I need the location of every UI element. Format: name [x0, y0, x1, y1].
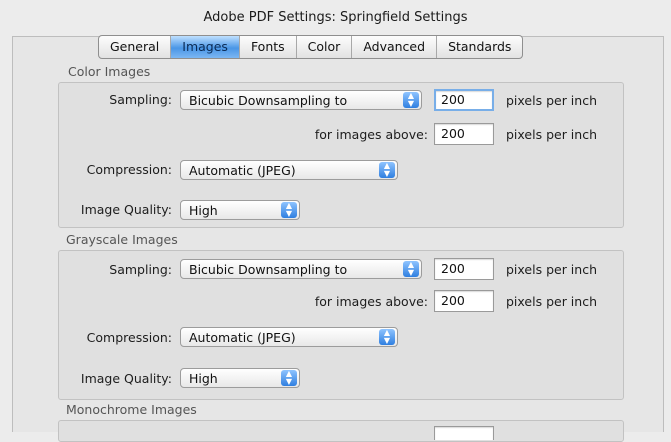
popup-arrows-icon: ▲ ▼ — [403, 92, 419, 108]
color-sampling-label: Sampling: — [109, 92, 172, 107]
color-above-unit: pixels per inch — [506, 127, 597, 142]
tab-general[interactable]: General — [99, 36, 172, 58]
grayscale-compression-popup[interactable]: Automatic (JPEG) ▲ ▼ — [180, 327, 398, 347]
monochrome-images-group — [58, 420, 624, 442]
grayscale-sampling-popup[interactable]: Bicubic Downsampling to ▲ ▼ — [180, 259, 422, 279]
monochrome-images-title: Monochrome Images — [66, 402, 197, 417]
color-quality-label: Image Quality: — [80, 202, 172, 217]
color-quality-popup[interactable]: High ▲ ▼ — [180, 200, 300, 220]
color-compression-popup[interactable]: Automatic (JPEG) ▲ ▼ — [180, 160, 398, 180]
color-images-title: Color Images — [68, 64, 151, 79]
grayscale-above-unit: pixels per inch — [506, 294, 597, 309]
grayscale-above-label: for images above: — [314, 294, 428, 309]
color-sampling-value: Bicubic Downsampling to — [189, 93, 348, 108]
color-resolution-field[interactable]: 200 — [434, 89, 494, 111]
color-above-label: for images above: — [314, 127, 428, 142]
window-title: Adobe PDF Settings: Springfield Settings — [203, 10, 468, 25]
grayscale-compression-value: Automatic (JPEG) — [189, 330, 296, 345]
tab-bar: General Images Fonts Color Advanced Stan… — [98, 35, 524, 59]
grayscale-resolution-field[interactable]: 200 — [434, 258, 494, 280]
tab-standards[interactable]: Standards — [437, 36, 522, 58]
color-compression-value: Automatic (JPEG) — [189, 163, 296, 178]
tab-fonts[interactable]: Fonts — [240, 36, 297, 58]
popup-arrows-icon: ▲ ▼ — [281, 202, 297, 218]
popup-arrows-icon: ▲ ▼ — [379, 162, 395, 178]
color-resolution-unit: pixels per inch — [506, 93, 597, 108]
color-above-field[interactable]: 200 — [434, 123, 494, 145]
grayscale-sampling-value: Bicubic Downsampling to — [189, 262, 348, 277]
grayscale-quality-label: Image Quality: — [80, 371, 172, 386]
tab-advanced[interactable]: Advanced — [352, 36, 438, 58]
popup-arrows-icon: ▲ ▼ — [281, 370, 297, 386]
grayscale-sampling-label: Sampling: — [109, 262, 172, 277]
grayscale-quality-popup[interactable]: High ▲ ▼ — [180, 368, 300, 388]
tab-images[interactable]: Images — [171, 36, 240, 58]
grayscale-compression-label: Compression: — [86, 330, 172, 345]
color-quality-value: High — [189, 203, 218, 218]
grayscale-quality-value: High — [189, 371, 218, 386]
popup-arrows-icon: ▲ ▼ — [403, 261, 419, 277]
monochrome-resolution-field[interactable] — [434, 426, 494, 440]
popup-arrows-icon: ▲ ▼ — [379, 329, 395, 345]
color-compression-label: Compression: — [86, 162, 172, 177]
tab-color[interactable]: Color — [297, 36, 353, 58]
color-sampling-popup[interactable]: Bicubic Downsampling to ▲ ▼ — [180, 90, 422, 110]
grayscale-images-title: Grayscale Images — [66, 232, 178, 247]
grayscale-resolution-unit: pixels per inch — [506, 262, 597, 277]
grayscale-above-field[interactable]: 200 — [434, 290, 494, 312]
